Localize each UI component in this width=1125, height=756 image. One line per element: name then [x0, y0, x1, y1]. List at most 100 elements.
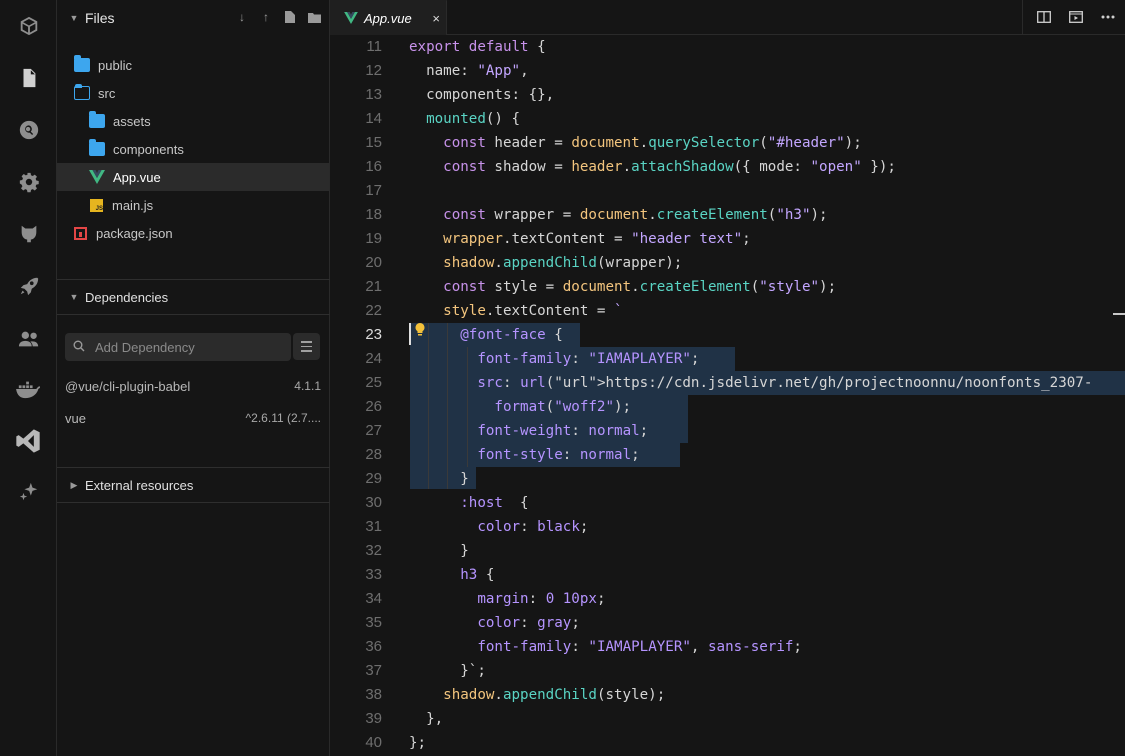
code-line[interactable]: :host {: [409, 491, 528, 515]
scrollbar-marker[interactable]: [1113, 313, 1125, 315]
add-dependency-input[interactable]: Add Dependency: [65, 333, 291, 361]
line-number: 13: [365, 86, 382, 103]
tree-item-label: public: [98, 57, 132, 73]
vscode-icon[interactable]: [13, 428, 43, 453]
line-number: 26: [365, 398, 382, 415]
code-line[interactable]: shadow.appendChild(wrapper);: [409, 251, 682, 275]
code-line[interactable]: name: "App",: [409, 59, 529, 83]
search-icon[interactable]: [16, 117, 41, 142]
tree-item-src[interactable]: src: [57, 79, 329, 107]
preview-icon[interactable]: [1067, 8, 1085, 26]
line-number: 21: [365, 278, 382, 295]
chevron-right-icon: ▶: [70, 479, 78, 490]
code-line[interactable]: font-family: "IAMAPLAYER", sans-serif;: [409, 635, 802, 659]
code-line[interactable]: font-family: "IAMAPLAYER";: [409, 347, 699, 371]
code-line[interactable]: const style = document.createElement("st…: [409, 275, 836, 299]
dependency-version: 4.1.1: [294, 379, 321, 393]
code-line[interactable]: }: [409, 467, 469, 491]
code-line[interactable]: };: [409, 731, 426, 755]
line-number: 38: [365, 686, 382, 703]
external-resources-header[interactable]: ▶ External resources: [57, 467, 330, 503]
line-number: 22: [365, 302, 382, 319]
code-line[interactable]: }`;: [409, 659, 486, 683]
line-number: 34: [365, 590, 382, 607]
more-icon[interactable]: [1099, 8, 1117, 26]
line-number: 35: [365, 614, 382, 631]
line-number: 37: [365, 662, 382, 679]
tree-item-components[interactable]: components: [57, 135, 329, 163]
tree-item-label: main.js: [112, 197, 154, 213]
close-icon[interactable]: ×: [432, 11, 440, 26]
users-icon[interactable]: [16, 326, 41, 351]
dependencies-header[interactable]: ▼ Dependencies: [57, 279, 330, 315]
external-resources-title: External resources: [85, 477, 194, 493]
rocket-icon[interactable]: [16, 273, 41, 298]
sort-up-icon[interactable]: ↑: [258, 8, 274, 26]
tree-item-label: src: [98, 85, 116, 101]
folder-icon: [89, 139, 105, 156]
dependency-menu-button[interactable]: [293, 333, 320, 360]
code-area[interactable]: 11 export default {12 name: "App", 13 comp…: [330, 35, 1125, 756]
cube-icon[interactable]: [16, 13, 41, 38]
sort-down-icon[interactable]: ↓: [234, 8, 250, 26]
code-line[interactable]: const header = document.querySelector("#…: [409, 131, 862, 155]
folder-icon: [89, 111, 105, 128]
code-line[interactable]: margin: 0 10px;: [409, 587, 605, 611]
tree-item-app-vue[interactable]: App.vue: [57, 163, 329, 191]
code-line[interactable]: style.textContent = `: [409, 299, 622, 323]
dependency-name: @vue/cli-plugin-babel: [65, 379, 191, 394]
line-number: 12: [365, 62, 382, 79]
line-number: 31: [365, 518, 382, 535]
line-number: 24: [365, 350, 382, 367]
new-folder-icon[interactable]: [306, 8, 322, 26]
code-line[interactable]: src: url("url">https://cdn.jsdelivr.net/…: [409, 371, 1092, 395]
files-title: Files: [85, 9, 115, 26]
folder-open-icon: [74, 84, 90, 100]
docker-icon[interactable]: [13, 376, 43, 401]
split-editor-icon[interactable]: [1035, 8, 1053, 26]
gear-icon[interactable]: [16, 169, 41, 194]
code-line[interactable]: font-weight: normal;: [409, 419, 648, 443]
file-icon[interactable]: [16, 65, 41, 90]
code-line[interactable]: font-style: normal;: [409, 443, 639, 467]
code-line[interactable]: mounted() {: [409, 107, 520, 131]
line-number: 18: [365, 206, 382, 223]
dependency-name: vue: [65, 411, 86, 426]
tree-item-label: assets: [113, 113, 151, 129]
code-line[interactable]: format("woff2");: [409, 395, 631, 419]
tree-item-public[interactable]: public: [57, 51, 329, 79]
code-line[interactable]: color: black;: [409, 515, 588, 539]
code-line[interactable]: components: {},: [409, 83, 554, 107]
sparkle-icon[interactable]: [16, 479, 41, 504]
code-line[interactable]: color: gray;: [409, 611, 580, 635]
tree-item-package-json[interactable]: package.json: [57, 219, 329, 247]
line-number: 23: [365, 326, 382, 343]
new-file-icon[interactable]: [282, 8, 298, 26]
add-dependency-placeholder: Add Dependency: [95, 339, 195, 355]
code-line[interactable]: shadow.appendChild(style);: [409, 683, 665, 707]
tree-item-assets[interactable]: assets: [57, 107, 329, 135]
chevron-down-icon: ▼: [69, 292, 79, 302]
tree-item-main-js[interactable]: JS main.js: [57, 191, 329, 219]
line-number: 33: [365, 566, 382, 583]
code-line[interactable]: }: [409, 539, 469, 563]
code-line[interactable]: const shadow = header.attachShadow({ mod…: [409, 155, 896, 179]
dependency-item[interactable]: vue ^2.6.11 (2.7....: [65, 411, 321, 431]
code-line[interactable]: const wrapper = document.createElement("…: [409, 203, 827, 227]
line-number: 28: [365, 446, 382, 463]
code-line[interactable]: @font-face {: [409, 323, 563, 347]
code-line[interactable]: h3 {: [409, 563, 494, 587]
code-line[interactable]: wrapper.textContent = "header text";: [409, 227, 751, 251]
line-number: 20: [365, 254, 382, 271]
tab-app-vue[interactable]: App.vue ×: [330, 0, 447, 35]
tree-item-label: package.json: [96, 225, 173, 241]
github-icon[interactable]: [16, 221, 41, 246]
files-header[interactable]: ▼ Files ↓ ↑: [57, 0, 330, 35]
editor: App.vue × 11 export default {12 name: "…: [330, 0, 1125, 756]
code-line[interactable]: },: [409, 707, 443, 731]
javascript-icon: JS: [90, 198, 103, 212]
code-line[interactable]: export default {: [409, 35, 546, 59]
dependency-item[interactable]: @vue/cli-plugin-babel 4.1.1: [65, 379, 321, 399]
tab-label: App.vue: [364, 10, 412, 26]
divider: [1022, 0, 1023, 35]
